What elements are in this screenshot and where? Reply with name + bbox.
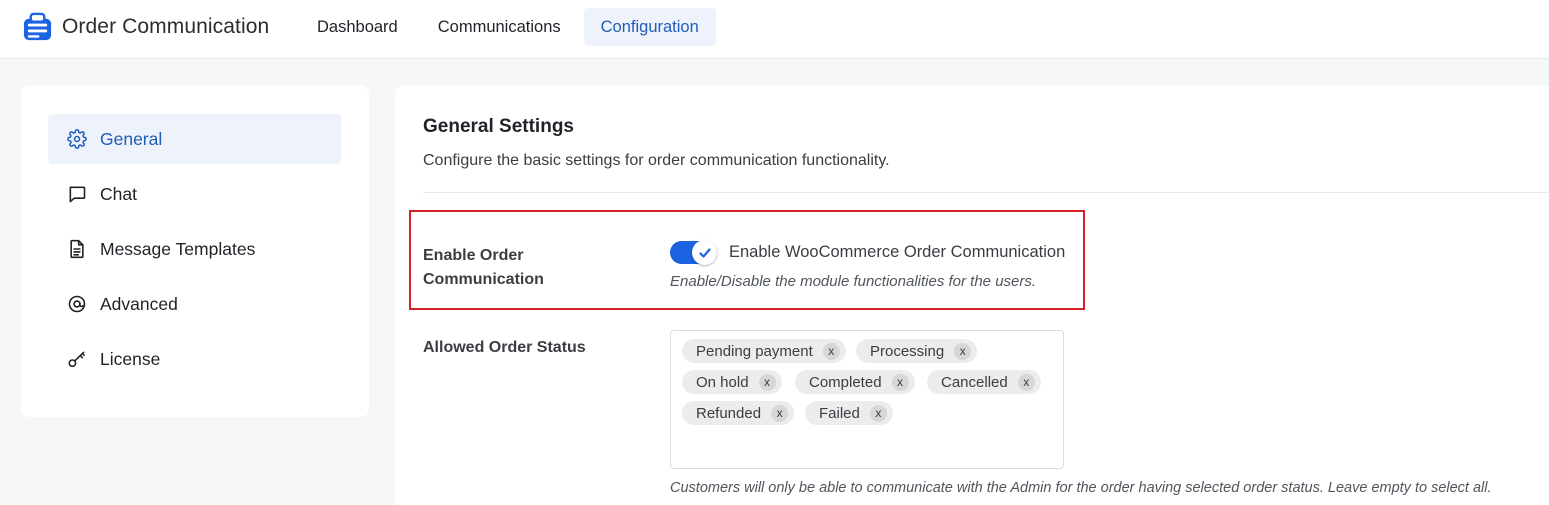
toggle-knob: [692, 240, 717, 265]
remove-tag-button[interactable]: x: [1017, 373, 1035, 391]
brand: Order Communication: [22, 11, 269, 43]
remove-tag-button[interactable]: x: [758, 373, 776, 391]
sidebar-item-message-templates[interactable]: Message Templates: [48, 224, 341, 274]
divider: [423, 192, 1549, 193]
status-tag-cancelled: Cancelled x: [927, 370, 1041, 394]
sidebar-item-label: General: [100, 128, 163, 149]
order-status-help-text: Customers will only be able to communica…: [670, 480, 1492, 496]
tag-label: Cancelled: [941, 373, 1008, 391]
enable-toggle[interactable]: [670, 240, 717, 265]
logo-icon: [23, 12, 52, 40]
settings-sidebar: General Chat Message Templates Advanced …: [21, 86, 369, 417]
status-tag-completed: Completed x: [795, 370, 915, 394]
tag-label: Pending payment: [696, 342, 813, 360]
key-icon: [68, 351, 85, 368]
order-status-multiselect[interactable]: Pending payment x Processing x On hold x…: [670, 330, 1064, 469]
tab-configuration[interactable]: Configuration: [583, 8, 716, 46]
tab-communications[interactable]: Communications: [421, 8, 578, 46]
tag-label: Failed: [819, 404, 860, 422]
tag-label: Processing: [870, 342, 945, 360]
allowed-order-status-label: Allowed Order Status: [423, 339, 586, 356]
enable-order-communication-label: Enable Order Communication: [423, 247, 544, 288]
sidebar-item-license[interactable]: License: [48, 334, 341, 384]
status-tag-refunded: Refunded x: [682, 401, 795, 425]
remove-tag-button[interactable]: x: [954, 342, 972, 360]
settings-panel: General Settings Configure the basic set…: [395, 86, 1549, 505]
chat-bubble-icon: [69, 186, 86, 203]
document-icon: [70, 239, 84, 259]
status-tag-processing: Processing x: [856, 339, 978, 363]
sidebar-item-label: License: [100, 348, 161, 369]
gear-icon: [67, 129, 87, 149]
check-icon: [698, 247, 711, 258]
remove-tag-button[interactable]: x: [869, 404, 887, 422]
top-bar: Order Communication Dashboard Communicat…: [0, 0, 1549, 59]
sidebar-item-label: Advanced: [100, 293, 178, 314]
remove-tag-button[interactable]: x: [822, 342, 840, 360]
tag-label: Completed: [809, 373, 882, 391]
tag-label: Refunded: [696, 404, 762, 422]
top-nav: Dashboard Communications Configuration: [300, 8, 722, 46]
app-title: Order Communication: [62, 15, 270, 38]
sidebar-item-advanced[interactable]: Advanced: [48, 279, 341, 329]
at-sign-icon: [68, 295, 86, 313]
status-tag-pending-payment: Pending payment x: [682, 339, 846, 363]
sidebar-item-general[interactable]: General: [48, 114, 341, 164]
status-tag-on-hold: On hold x: [682, 370, 782, 394]
section-title: General Settings: [423, 116, 574, 137]
tag-label: On hold: [696, 373, 749, 391]
sidebar-item-label: Chat: [100, 183, 137, 204]
sidebar-item-chat[interactable]: Chat: [48, 169, 341, 219]
remove-tag-button[interactable]: x: [771, 404, 789, 422]
remove-tag-button[interactable]: x: [891, 373, 909, 391]
sidebar-item-label: Message Templates: [100, 238, 256, 259]
toggle-label: Enable WooCommerce Order Communication: [729, 243, 1066, 261]
toggle-help-text: Enable/Disable the module functionalitie…: [670, 273, 1037, 290]
section-description: Configure the basic settings for order c…: [423, 152, 890, 169]
status-tag-failed: Failed x: [805, 401, 893, 425]
tab-dashboard[interactable]: Dashboard: [300, 8, 415, 46]
